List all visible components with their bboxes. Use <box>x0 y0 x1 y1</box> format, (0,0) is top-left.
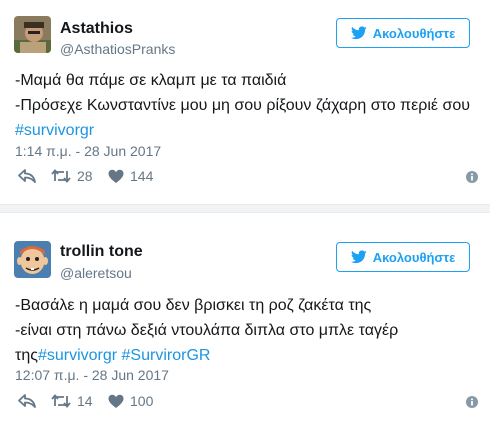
tweet-line: -Βασάλε η μαμά σου δεν βρισκει τη ροζ ζα… <box>15 293 475 318</box>
like-button[interactable]: 144 <box>108 168 153 184</box>
tweet-line: #survivorgr <box>15 118 475 143</box>
tweet-card: trollin tone @aleretsou Ακολουθήστε -Βασ… <box>0 224 490 423</box>
display-name[interactable]: trollin tone <box>60 243 143 261</box>
retweet-button[interactable]: 14 <box>51 393 93 409</box>
avatar[interactable] <box>14 16 51 53</box>
tweet-card: Astathios @AsthatiosPranks Ακολουθήστε -… <box>0 0 490 200</box>
tweet-line-text: -Μαμά θα πάμε σε κλαμπ με τα παιδιά <box>15 72 287 89</box>
user-handle[interactable]: @AsthatiosPranks <box>60 41 175 57</box>
tweet-line: -Πρόσεχε Κωνσταντίνε μου μη σου ρίξουν ζ… <box>15 93 475 118</box>
reply-button[interactable] <box>18 393 36 409</box>
follow-button[interactable]: Ακολουθήστε <box>336 242 470 272</box>
tweet-line: της#survivorgr #SurvirorGR <box>15 343 475 368</box>
like-button[interactable]: 100 <box>108 393 153 409</box>
twitter-bird-icon <box>350 26 367 40</box>
retweet-button[interactable]: 28 <box>51 168 93 184</box>
display-name[interactable]: Astathios <box>60 20 133 38</box>
info-icon <box>466 396 478 408</box>
tweet-actions: 14 100 <box>18 393 478 411</box>
retweet-icon <box>51 169 71 183</box>
heart-icon <box>108 394 124 408</box>
tweet-line-text: -Βασάλε η μαμά σου δεν βρισκει τη ροζ ζα… <box>15 297 372 314</box>
follow-button[interactable]: Ακολουθήστε <box>336 18 470 48</box>
tweet-line-text: -είναι στη πάνω δεξιά ντουλάπα διπλα στο… <box>15 322 399 339</box>
retweet-icon <box>51 394 71 408</box>
tweet-text: -Μαμά θα πάμε σε κλαμπ με τα παιδιά -Πρό… <box>15 68 475 143</box>
info-icon <box>466 171 478 183</box>
tweet-separator <box>0 204 490 213</box>
hashtag-link[interactable]: #survivorgr <box>15 122 94 139</box>
tweet-line-text: της <box>15 347 38 364</box>
tweet-line: -είναι στη πάνω δεξιά ντουλάπα διπλα στο… <box>15 318 475 343</box>
twitter-bird-icon <box>350 250 367 264</box>
follow-label: Ακολουθήστε <box>372 25 456 41</box>
reply-icon <box>18 169 36 183</box>
retweet-count: 28 <box>77 168 93 184</box>
tweet-text: -Βασάλε η μαμά σου δεν βρισκει τη ροζ ζα… <box>15 293 475 368</box>
hashtag-link[interactable]: #SurvirorGR <box>122 347 211 364</box>
reply-icon <box>18 394 36 408</box>
timestamp[interactable]: 1:14 π.μ. - 28 Jun 2017 <box>15 143 161 159</box>
user-handle[interactable]: @aleretsou <box>60 265 132 281</box>
hashtag-link[interactable]: #survivorgr <box>38 347 117 364</box>
heart-icon <box>108 169 124 183</box>
avatar[interactable] <box>14 241 51 278</box>
follow-label: Ακολουθήστε <box>372 249 456 265</box>
tweet-line: -Μαμά θα πάμε σε κλαμπ με τα παιδιά <box>15 68 475 93</box>
like-count: 100 <box>130 393 154 409</box>
retweet-count: 14 <box>77 393 93 409</box>
info-button[interactable] <box>466 395 478 411</box>
tweet-actions: 28 144 <box>18 168 478 186</box>
tweet-line-text: -Πρόσεχε Κωνσταντίνε μου μη σου ρίξουν ζ… <box>15 97 470 114</box>
info-button[interactable] <box>466 170 478 186</box>
reply-button[interactable] <box>18 168 36 184</box>
timestamp[interactable]: 12:07 π.μ. - 28 Jun 2017 <box>15 367 169 383</box>
like-count: 144 <box>130 168 154 184</box>
